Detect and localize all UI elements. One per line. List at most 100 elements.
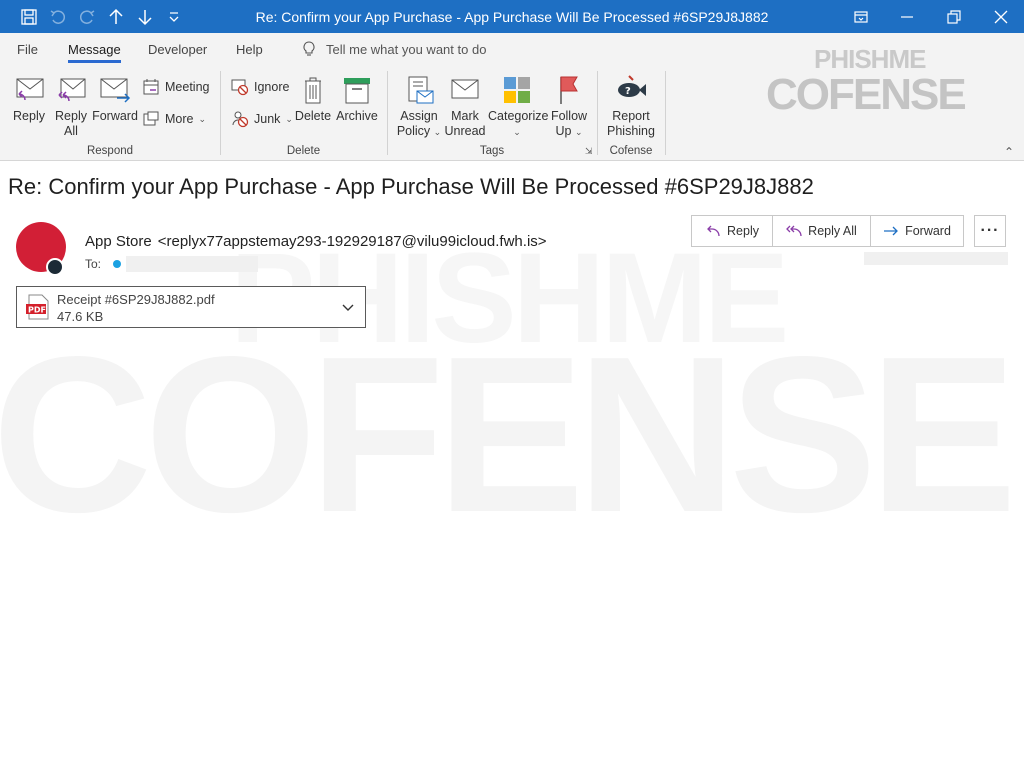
action-reply-all-label: Reply All: [808, 224, 857, 238]
flag-icon: [552, 73, 586, 107]
reply-all-label-2: All: [64, 124, 78, 138]
sender[interactable]: App Store <replyx77appstemay293-192929187…: [85, 233, 547, 250]
tab-file[interactable]: File: [17, 42, 38, 57]
mark-unread-label-1: Mark: [451, 109, 479, 123]
more-label: More: [165, 111, 194, 126]
ignore-button[interactable]: Ignore: [231, 78, 289, 96]
more-actions-button[interactable]: ···: [974, 215, 1006, 247]
ribbon-separator: [597, 71, 598, 155]
ignore-label: Ignore: [254, 79, 290, 94]
action-reply-all-button[interactable]: Reply All: [772, 215, 871, 247]
delete-button[interactable]: Delete: [293, 67, 333, 124]
more-respond-button[interactable]: More ⌄: [142, 110, 206, 128]
assign-policy-label-2: Policy: [396, 124, 431, 138]
fish-hook-icon: ?: [614, 73, 648, 107]
action-forward-button[interactable]: Forward: [870, 215, 964, 247]
cofense-logo: PHISHME COFENSE: [766, 44, 976, 119]
mark-unread-button[interactable]: Mark Unread: [444, 67, 486, 139]
forward-label: Forward: [92, 109, 138, 123]
mark-unread-label-2: Unread: [444, 124, 486, 138]
collapse-ribbon-icon[interactable]: ⌃: [1004, 145, 1014, 159]
follow-up-button[interactable]: Follow Up ⌄: [548, 67, 590, 140]
meeting-button[interactable]: Meeting: [142, 78, 209, 96]
action-reply-button[interactable]: Reply: [691, 215, 773, 247]
junk-button[interactable]: Junk ⌄: [231, 110, 293, 128]
group-label-respond: Respond: [86, 145, 134, 157]
calendar-icon: [142, 78, 160, 96]
categorize-button[interactable]: Categorize ⌄: [488, 67, 549, 140]
title-bar: Re: Confirm your App Purchase - App Purc…: [0, 0, 1024, 33]
group-label-delete: Delete: [286, 145, 321, 157]
delete-label: Delete: [294, 109, 332, 123]
forward-icon: [98, 73, 132, 107]
follow-up-label-2: Up: [555, 124, 572, 138]
watermark-cofense-text: COFENSE: [0, 311, 1017, 559]
chevron-down-icon: ⌄: [513, 127, 521, 137]
reply-all-button[interactable]: Reply All: [50, 67, 92, 139]
action-reply-label: Reply: [727, 224, 759, 238]
reply-label: Reply: [13, 109, 45, 123]
reply-all-icon: [54, 73, 88, 107]
assign-policy-label-1: Assign: [400, 109, 438, 123]
chevron-down-icon[interactable]: [341, 300, 355, 314]
tab-help[interactable]: Help: [236, 42, 263, 57]
mark-unread-icon: [448, 73, 482, 107]
archive-icon: [340, 73, 374, 107]
message-actions: Reply Reply All Forward: [691, 215, 964, 247]
sender-address: <replyx77appstemay293-192929187@vilu99ic…: [157, 233, 547, 250]
forward-button[interactable]: Forward: [92, 67, 138, 124]
logo-cofense-text: COFENSE: [766, 70, 967, 119]
lightbulb-icon: [303, 41, 315, 56]
message-subject: Re: Confirm your App Purchase - App Purc…: [8, 174, 814, 199]
reply-icon: [707, 225, 720, 237]
recipient-status-icon: [113, 260, 122, 268]
assign-policy-icon: [402, 73, 436, 107]
chevron-down-icon: ⌄: [198, 113, 207, 124]
pdf-icon: PDF: [26, 294, 49, 320]
ignore-icon: [231, 78, 249, 96]
presence-status-icon: [46, 258, 64, 276]
archive-label: Archive: [336, 109, 378, 123]
meeting-label: Meeting: [165, 79, 210, 94]
forward-icon: [884, 226, 898, 236]
chevron-down-icon: ⌄: [574, 127, 583, 137]
ribbon-separator: [665, 71, 666, 155]
tell-me-search[interactable]: Tell me what you want to do: [302, 41, 486, 57]
reply-all-label-1: Reply: [55, 109, 87, 123]
date-redacted: [864, 252, 1008, 265]
group-label-cofense: Cofense: [609, 145, 653, 157]
archive-button[interactable]: Archive: [335, 67, 379, 124]
reply-all-icon: [786, 225, 802, 237]
sender-name: App Store: [85, 233, 152, 250]
tab-developer[interactable]: Developer: [148, 42, 207, 57]
watermark: PHISHME COFENSE: [0, 225, 1024, 555]
tab-message[interactable]: Message: [68, 42, 121, 63]
ribbon-separator: [220, 71, 221, 155]
to-line: To:: [85, 256, 259, 272]
close-icon[interactable]: [978, 0, 1024, 33]
minimize-icon[interactable]: [884, 0, 930, 33]
svg-text:PDF: PDF: [28, 306, 46, 315]
categorize-label: Categorize: [488, 109, 549, 123]
report-phishing-label-1: Report: [612, 109, 650, 123]
restore-icon[interactable]: [931, 0, 977, 33]
dialog-launcher-icon[interactable]: ⇲: [585, 146, 593, 157]
trash-icon: [296, 73, 330, 107]
recipient-redacted[interactable]: [126, 256, 259, 272]
assign-policy-button[interactable]: Assign Policy ⌄: [396, 67, 442, 140]
report-phishing-label-2: Phishing: [607, 124, 655, 138]
report-phishing-button[interactable]: ? Report Phishing: [604, 67, 658, 139]
junk-label: Junk: [254, 111, 281, 126]
junk-icon: [231, 110, 249, 128]
follow-up-label-1: Follow: [550, 109, 588, 123]
ribbon-separator: [387, 71, 388, 155]
chevron-down-icon: ⌄: [285, 113, 293, 124]
attachment-card[interactable]: PDF Receipt #6SP29J8J882.pdf 47.6 KB: [16, 286, 366, 328]
group-label-tags: Tags: [479, 145, 505, 157]
to-label: To:: [85, 257, 102, 271]
reply-button[interactable]: Reply: [8, 67, 50, 124]
reply-icon: [12, 73, 46, 107]
attachment-size: 47.6 KB: [57, 309, 104, 324]
tell-me-label: Tell me what you want to do: [326, 41, 487, 57]
ribbon-display-options-icon[interactable]: [838, 0, 884, 33]
